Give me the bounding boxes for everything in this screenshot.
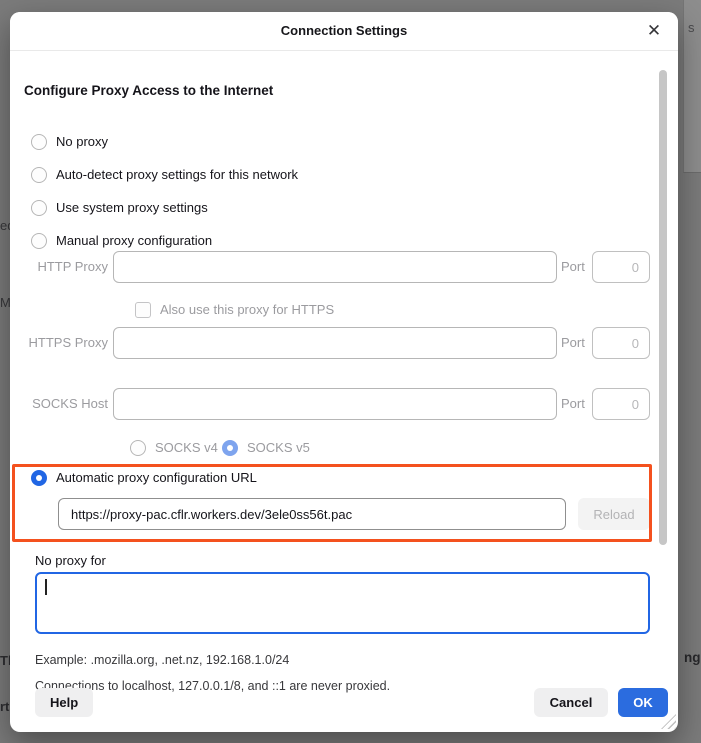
- connection-settings-dialog: Connection Settings ✕ Configure Proxy Ac…: [10, 12, 678, 732]
- dialog-title: Connection Settings: [10, 12, 678, 50]
- background-text-fragment: ng: [684, 650, 701, 665]
- socks-port-label: Port: [561, 388, 585, 420]
- https-port-input[interactable]: [592, 327, 650, 359]
- radio-icon: [31, 167, 47, 183]
- no-proxy-for-label: No proxy for: [35, 553, 106, 568]
- radio-label: SOCKS v5: [247, 440, 310, 456]
- http-port-input[interactable]: [592, 251, 650, 283]
- https-proxy-label: HTTPS Proxy: [10, 327, 108, 359]
- page-title: Configure Proxy Access to the Internet: [24, 83, 273, 98]
- https-proxy-input[interactable]: [113, 327, 557, 359]
- help-button[interactable]: Help: [35, 688, 93, 717]
- http-port-label: Port: [561, 251, 585, 283]
- http-proxy-label: HTTP Proxy: [10, 251, 108, 283]
- http-proxy-input[interactable]: [113, 251, 557, 283]
- radio-label: SOCKS v4: [155, 440, 218, 456]
- cancel-button[interactable]: Cancel: [534, 688, 608, 717]
- highlight-rectangle: [12, 464, 652, 542]
- checkbox-label: Also use this proxy for HTTPS: [160, 302, 334, 318]
- vertical-scrollbar[interactable]: [659, 70, 667, 545]
- background-text-fragment: rt: [0, 699, 9, 714]
- also-https-checkbox[interactable]: Also use this proxy for HTTPS: [135, 302, 334, 318]
- no-proxy-example-text: Example: .mozilla.org, .net.nz, 192.168.…: [35, 653, 289, 667]
- socks-port-input[interactable]: [592, 388, 650, 420]
- ok-button[interactable]: OK: [618, 688, 668, 717]
- radio-label: Manual proxy configuration: [56, 233, 212, 249]
- radio-manual-proxy[interactable]: Manual proxy configuration: [31, 233, 212, 249]
- radio-label: Use system proxy settings: [56, 200, 208, 216]
- close-icon[interactable]: ✕: [644, 21, 664, 41]
- radio-icon: [31, 233, 47, 249]
- https-port-label: Port: [561, 327, 585, 359]
- no-proxy-for-textarea[interactable]: [35, 572, 650, 634]
- radio-label: Auto-detect proxy settings for this netw…: [56, 167, 298, 183]
- background-text-fragment: s: [688, 20, 695, 35]
- radio-icon: [130, 440, 146, 456]
- radio-icon: [31, 134, 47, 150]
- radio-auto-detect[interactable]: Auto-detect proxy settings for this netw…: [31, 167, 298, 183]
- checkbox-icon: [135, 302, 151, 318]
- radio-socks-v4[interactable]: SOCKS v4: [130, 440, 218, 456]
- radio-icon: [222, 440, 238, 456]
- socks-host-input[interactable]: [113, 388, 557, 420]
- dialog-titlebar: Connection Settings ✕: [10, 12, 678, 51]
- radio-socks-v5[interactable]: SOCKS v5: [222, 440, 310, 456]
- radio-system-proxy[interactable]: Use system proxy settings: [31, 200, 208, 216]
- radio-no-proxy[interactable]: No proxy: [31, 134, 108, 150]
- socks-host-label: SOCKS Host: [10, 388, 108, 420]
- radio-label: No proxy: [56, 134, 108, 150]
- radio-icon: [31, 200, 47, 216]
- text-caret: [45, 579, 47, 595]
